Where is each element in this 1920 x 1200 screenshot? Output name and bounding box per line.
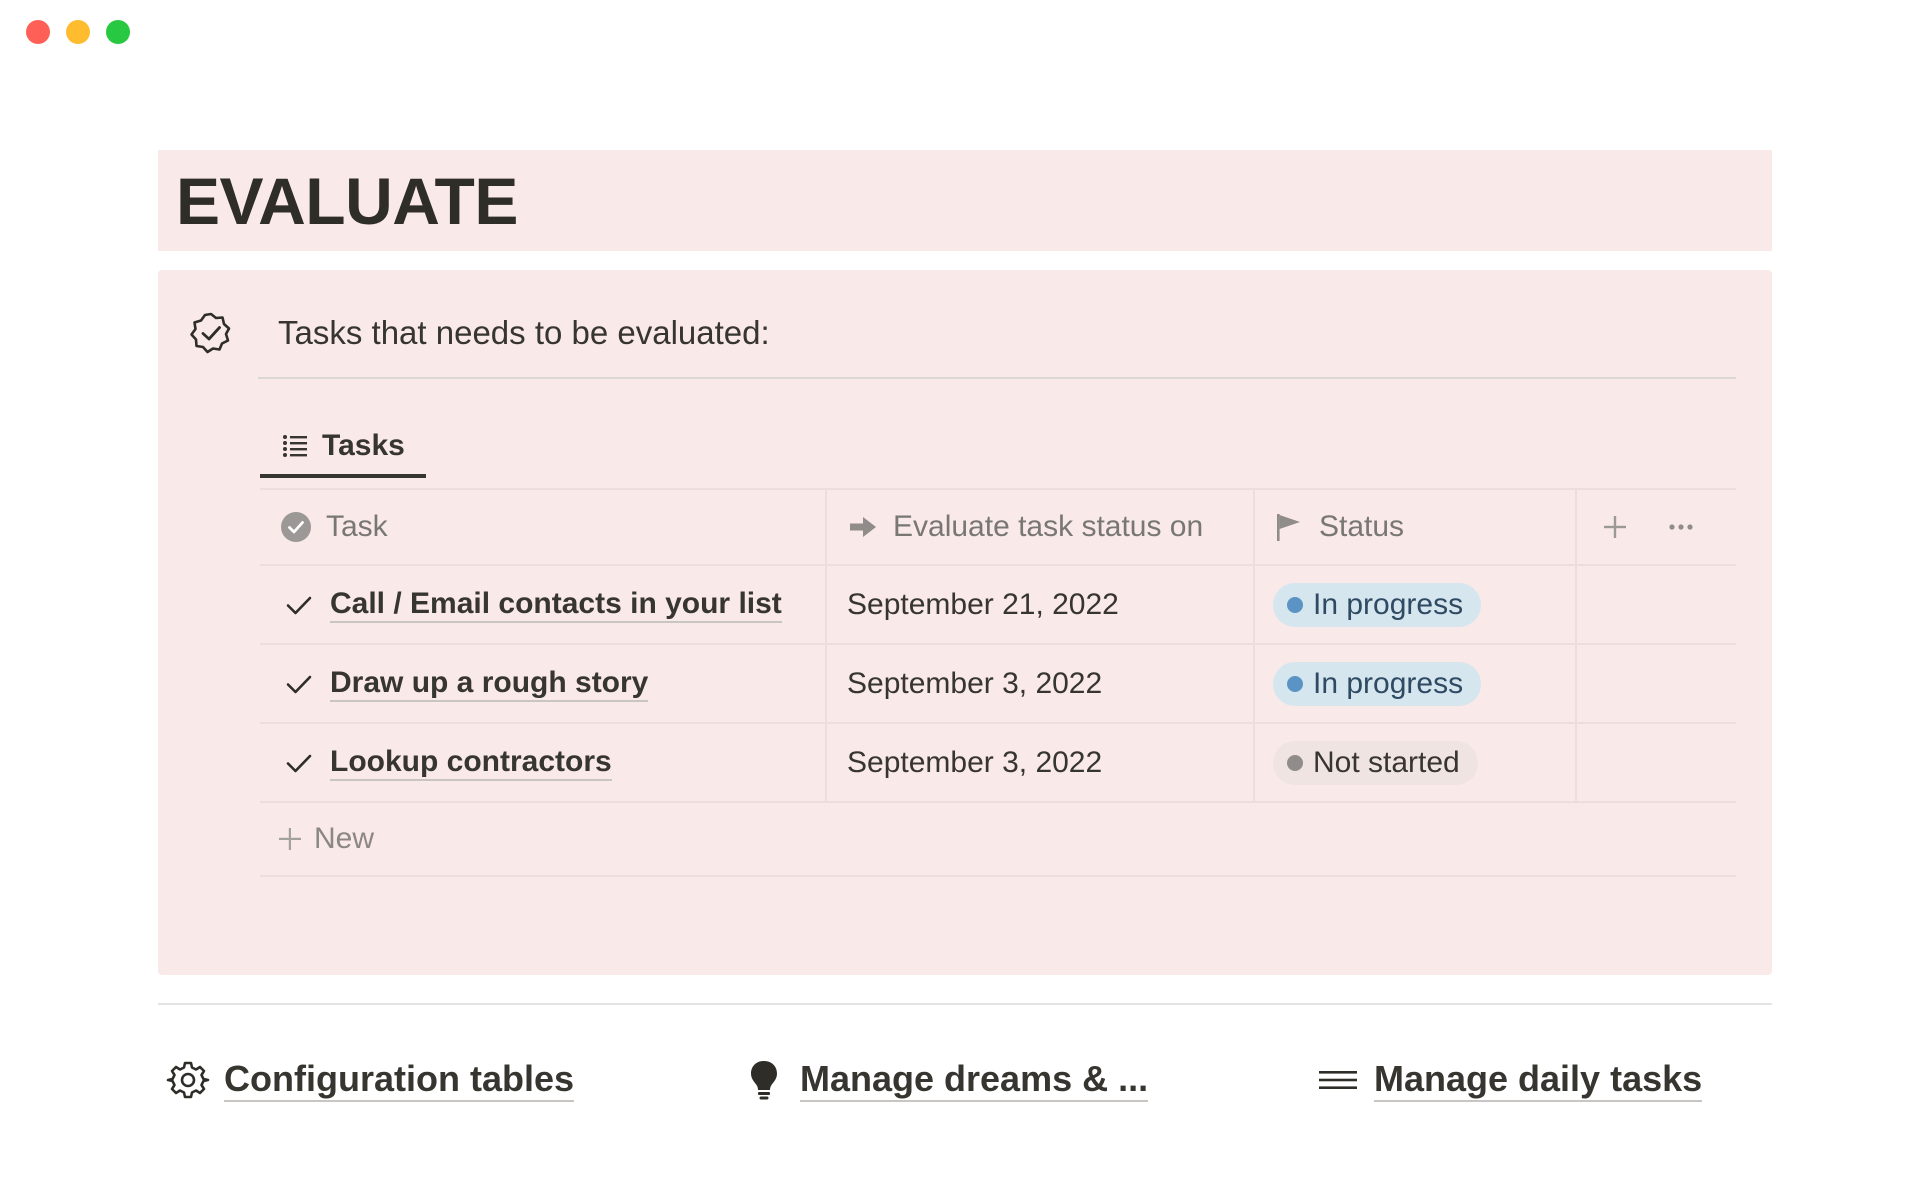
arrow-right-icon: [850, 517, 876, 537]
minimize-window-button[interactable]: [66, 20, 90, 44]
status-badge[interactable]: In progress: [1273, 582, 1482, 627]
table-row[interactable]: Lookup contractors September 3, 2022 Not…: [260, 724, 1736, 803]
status-label: In progress: [1313, 666, 1464, 700]
callout-text[interactable]: Tasks that needs to be evaluated:: [278, 314, 770, 352]
table-row[interactable]: Call / Email contacts in your list Septe…: [260, 566, 1736, 645]
checkmark-icon: [286, 675, 312, 693]
new-row-content: New: [260, 803, 374, 875]
menu-lines-icon: [1319, 1071, 1357, 1089]
tab-tasks[interactable]: Tasks: [260, 418, 426, 478]
zoom-window-button[interactable]: [106, 20, 130, 44]
status-label: Not started: [1313, 745, 1460, 779]
link-label: Manage daily tasks: [1374, 1058, 1703, 1102]
tasks-table: Task Evaluate task status on Status Call…: [260, 488, 1736, 877]
column-header-label: Evaluate task status on: [893, 510, 1204, 543]
status-dot: [1287, 754, 1303, 771]
task-name[interactable]: Lookup contractors: [330, 745, 612, 781]
status-cell[interactable]: In progress: [1253, 645, 1575, 722]
column-header-label: Status: [1319, 510, 1405, 543]
new-row-label: New: [314, 822, 375, 855]
close-window-button[interactable]: [26, 20, 50, 44]
flag-icon: [1277, 514, 1300, 541]
empty-cell: [1575, 645, 1736, 722]
plus-icon[interactable]: [1601, 513, 1629, 541]
task-cell[interactable]: Draw up a rough story: [260, 645, 825, 722]
column-header-label: Task: [326, 510, 388, 543]
column-header-task[interactable]: Task: [260, 490, 825, 564]
table-header: Task Evaluate task status on Status: [260, 488, 1736, 566]
divider: [258, 377, 1736, 379]
status-dot: [1287, 596, 1303, 613]
callout-block: Tasks that needs to be evaluated: Tasks …: [158, 270, 1772, 975]
plus-icon: [279, 828, 301, 850]
column-header-status[interactable]: Status: [1253, 490, 1575, 564]
column-header-evaluate-date[interactable]: Evaluate task status on: [825, 490, 1253, 564]
window-controls: [26, 20, 130, 44]
more-horizontal-icon[interactable]: [1667, 513, 1695, 541]
task-cell[interactable]: Lookup contractors: [260, 724, 825, 801]
task-name[interactable]: Draw up a rough story: [330, 666, 649, 702]
empty-cell: [1575, 566, 1736, 643]
evaluate-date: September 3, 2022: [847, 666, 1103, 700]
gear-icon: [166, 1061, 210, 1099]
date-cell[interactable]: September 21, 2022: [825, 566, 1253, 643]
status-badge[interactable]: In progress: [1273, 661, 1482, 706]
new-row-button[interactable]: New: [260, 803, 1736, 877]
date-cell[interactable]: September 3, 2022: [825, 645, 1253, 722]
page-title-block: EVALUATE: [158, 150, 1772, 251]
link-manage-daily-tasks[interactable]: Manage daily tasks: [1316, 1058, 1703, 1102]
task-cell[interactable]: Call / Email contacts in your list: [260, 566, 825, 643]
link-manage-dreams[interactable]: Manage dreams & ...: [742, 1058, 1149, 1102]
list-icon: [283, 435, 307, 457]
status-label: In progress: [1313, 587, 1464, 621]
link-label: Manage dreams & ...: [800, 1058, 1149, 1102]
table-row[interactable]: Draw up a rough story September 3, 2022 …: [260, 645, 1736, 724]
link-configuration-tables[interactable]: Configuration tables: [166, 1058, 574, 1102]
verified-badge-icon[interactable]: [188, 310, 234, 356]
task-name[interactable]: Call / Email contacts in your list: [330, 587, 782, 623]
check-circle-icon: [281, 512, 311, 542]
header-actions: [1575, 490, 1736, 564]
checkmark-icon: [286, 596, 312, 614]
divider: [158, 1003, 1772, 1005]
evaluate-date: September 3, 2022: [847, 745, 1103, 779]
evaluate-date: September 21, 2022: [847, 587, 1119, 621]
link-label: Configuration tables: [224, 1058, 574, 1102]
checkmark-icon: [286, 754, 312, 772]
status-badge[interactable]: Not started: [1273, 740, 1478, 785]
tab-label: Tasks: [322, 429, 405, 462]
empty-cell: [1575, 724, 1736, 801]
status-dot: [1287, 675, 1303, 692]
date-cell[interactable]: September 3, 2022: [825, 724, 1253, 801]
status-cell[interactable]: In progress: [1253, 566, 1575, 643]
status-cell[interactable]: Not started: [1253, 724, 1575, 801]
page-title[interactable]: EVALUATE: [176, 168, 518, 234]
lightbulb-icon: [751, 1061, 777, 1100]
